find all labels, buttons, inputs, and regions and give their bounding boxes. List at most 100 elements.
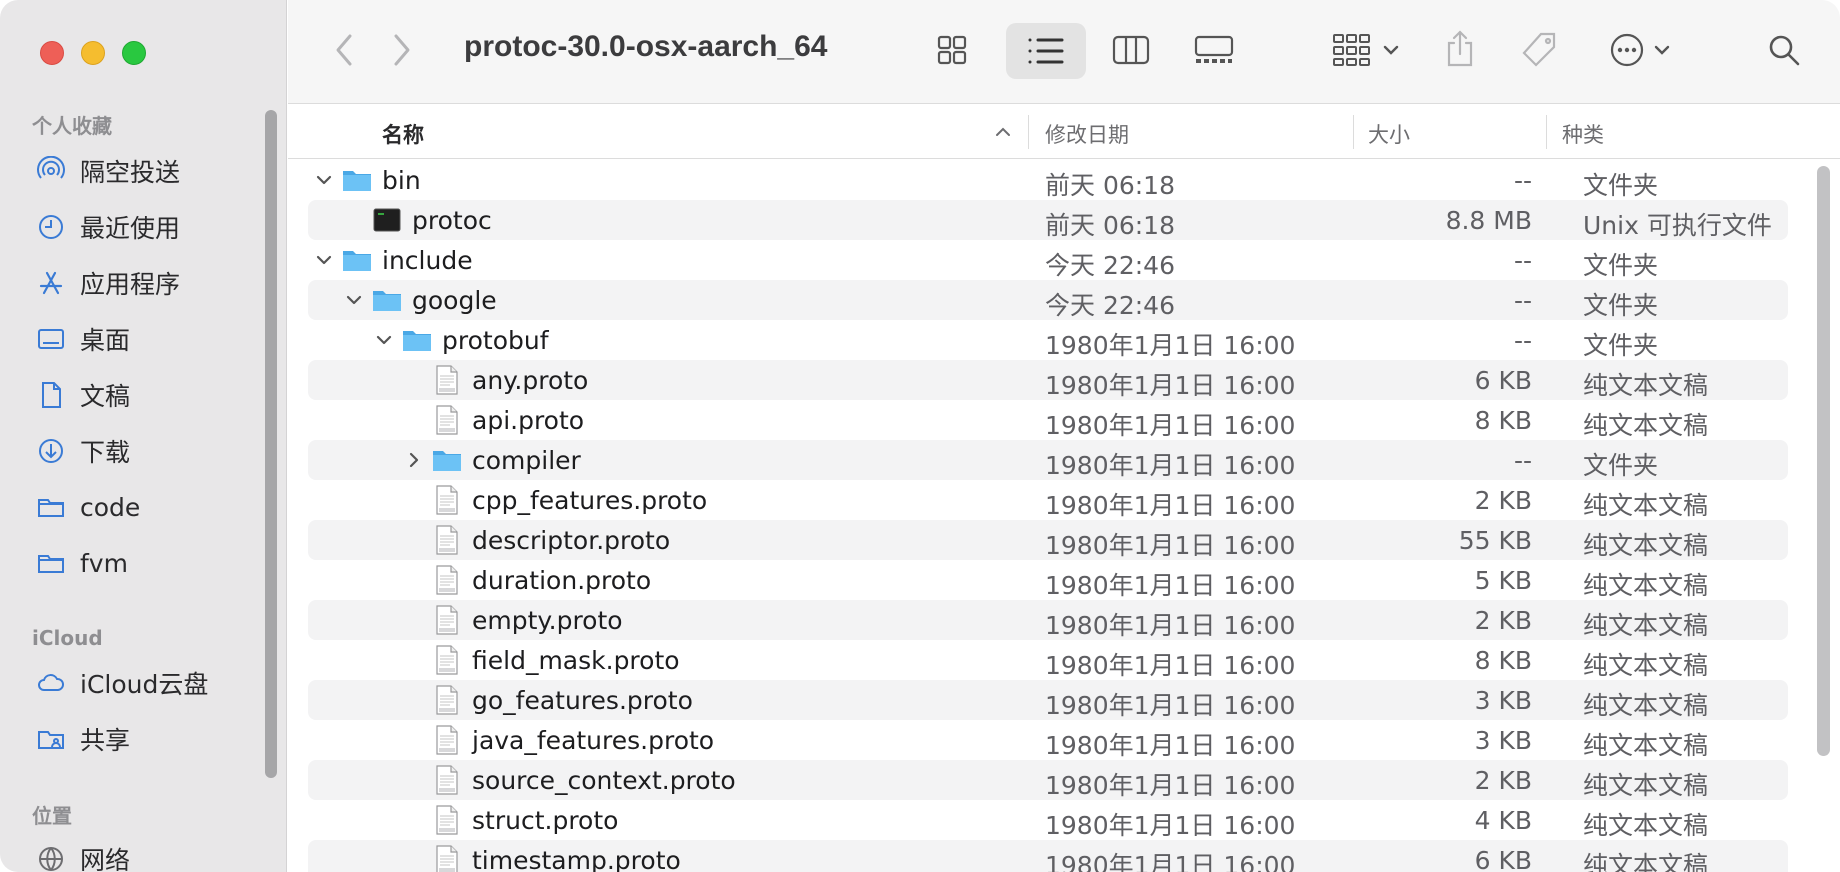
column-modified-header[interactable]: 修改日期 xyxy=(1045,119,1129,149)
file-row[interactable]: bin 前天 06:18 -- 文件夹 xyxy=(308,160,1788,200)
file-kind: 纯文本文稿 xyxy=(1583,731,1709,760)
file-row[interactable]: field_mask.proto 1980年1月1日 16:00 8 KB 纯文本文稿 xyxy=(308,640,1788,680)
window-controls xyxy=(40,41,146,65)
sidebar-item-label: 共享 xyxy=(80,726,131,755)
file-row[interactable]: protoc 前天 06:18 8.8 MB Unix 可执行文件 xyxy=(308,200,1788,240)
network-icon xyxy=(34,844,68,872)
file-size: 5 KB xyxy=(1474,566,1532,595)
share-button[interactable] xyxy=(1440,24,1480,74)
file-row[interactable]: protobuf 1980年1月1日 16:00 -- 文件夹 xyxy=(308,320,1788,360)
file-date: 1980年1月1日 16:00 xyxy=(1045,491,1296,520)
sidebar-item-downloads[interactable]: 下载 xyxy=(34,431,130,471)
file-row[interactable]: source_context.proto 1980年1月1日 16:00 2 KB 纯… xyxy=(308,760,1788,800)
file-date: 1980年1月1日 16:00 xyxy=(1045,331,1296,360)
text-document-icon xyxy=(431,404,463,436)
list-icon xyxy=(1028,38,1064,64)
sidebar: 个人收藏 隔空投送 最近使用 应用程序 桌面 文稿 下载 code fvm iC… xyxy=(0,0,287,872)
text-document-icon xyxy=(431,804,463,836)
file-kind: Unix 可执行文件 xyxy=(1583,211,1772,240)
file-name: field_mask.proto xyxy=(472,646,680,675)
gallery-view-button[interactable] xyxy=(1186,26,1242,74)
file-name: api.proto xyxy=(472,406,585,435)
chevron-down-icon xyxy=(1383,45,1399,55)
sidebar-item-airdrop[interactable]: 隔空投送 xyxy=(34,151,180,191)
file-kind: 纯文本文稿 xyxy=(1583,651,1709,680)
zoom-window-button[interactable] xyxy=(122,41,146,65)
column-divider[interactable] xyxy=(1353,115,1354,149)
icon-view-button[interactable] xyxy=(930,26,974,74)
list-view-button[interactable] xyxy=(1006,23,1086,79)
disclosure-open-icon[interactable] xyxy=(313,248,335,270)
file-date: 1980年1月1日 16:00 xyxy=(1045,851,1296,872)
sidebar-item-icloud-drive[interactable]: iCloud云盘 xyxy=(34,663,208,703)
text-document-icon xyxy=(431,484,463,516)
folder-icon xyxy=(371,284,403,316)
group-by-button[interactable] xyxy=(1328,26,1404,74)
sidebar-item-code[interactable]: code xyxy=(34,487,140,527)
back-button[interactable] xyxy=(326,30,362,70)
sidebar-item-documents[interactable]: 文稿 xyxy=(34,375,130,415)
file-row[interactable]: google 今天 22:46 -- 文件夹 xyxy=(308,280,1788,320)
file-row[interactable]: descriptor.proto 1980年1月1日 16:00 55 KB 纯文本文… xyxy=(308,520,1788,560)
disclosure-open-icon[interactable] xyxy=(343,288,365,310)
file-name: source_context.proto xyxy=(472,766,736,795)
finder-window: 个人收藏 隔空投送 最近使用 应用程序 桌面 文稿 下载 code fvm iC… xyxy=(0,0,1840,872)
column-size-header[interactable]: 大小 xyxy=(1368,119,1410,149)
file-date: 1980年1月1日 16:00 xyxy=(1045,651,1296,680)
file-row[interactable]: cpp_features.proto 1980年1月1日 16:00 2 KB 纯文本… xyxy=(308,480,1788,520)
file-size: 6 KB xyxy=(1474,846,1532,872)
column-name-header[interactable]: 名称 xyxy=(382,119,424,149)
file-kind: 文件夹 xyxy=(1583,291,1659,320)
forward-button[interactable] xyxy=(384,30,420,70)
disclosure-open-icon[interactable] xyxy=(313,168,335,190)
file-list-scrollbar[interactable] xyxy=(1817,166,1830,756)
column-divider[interactable] xyxy=(1028,115,1029,149)
file-date: 1980年1月1日 16:00 xyxy=(1045,691,1296,720)
column-view-button[interactable] xyxy=(1106,26,1156,74)
file-kind: 纯文本文稿 xyxy=(1583,371,1709,400)
columns-icon xyxy=(1112,35,1150,65)
file-date: 1980年1月1日 16:00 xyxy=(1045,571,1296,600)
sidebar-item-applications[interactable]: 应用程序 xyxy=(34,263,180,303)
minimize-window-button[interactable] xyxy=(81,41,105,65)
file-size: -- xyxy=(1513,446,1532,475)
ellipsis-circle-icon xyxy=(1610,33,1644,67)
close-window-button[interactable] xyxy=(40,41,64,65)
file-row[interactable]: java_features.proto 1980年1月1日 16:00 3 KB 纯文… xyxy=(308,720,1788,760)
file-row[interactable]: any.proto 1980年1月1日 16:00 6 KB 纯文本文稿 xyxy=(308,360,1788,400)
file-row[interactable]: api.proto 1980年1月1日 16:00 8 KB 纯文本文稿 xyxy=(308,400,1788,440)
file-row[interactable]: include 今天 22:46 -- 文件夹 xyxy=(308,240,1788,280)
sidebar-item-recents[interactable]: 最近使用 xyxy=(34,207,180,247)
file-row[interactable]: go_features.proto 1980年1月1日 16:00 3 KB 纯文本文… xyxy=(308,680,1788,720)
text-document-icon xyxy=(431,844,463,872)
file-name: timestamp.proto xyxy=(472,846,681,872)
sidebar-scrollbar[interactable] xyxy=(265,110,277,778)
file-kind: 纯文本文稿 xyxy=(1583,771,1709,800)
file-name: google xyxy=(412,286,497,315)
tag-button[interactable] xyxy=(1516,26,1562,74)
file-name: descriptor.proto xyxy=(472,526,671,555)
column-kind-header[interactable]: 种类 xyxy=(1562,119,1604,149)
clock-icon xyxy=(34,212,68,242)
sidebar-item-network[interactable]: 网络 xyxy=(34,839,130,872)
file-row[interactable]: struct.proto 1980年1月1日 16:00 4 KB 纯文本文稿 xyxy=(308,800,1788,840)
search-button[interactable] xyxy=(1762,28,1806,72)
column-divider[interactable] xyxy=(1546,115,1547,149)
file-row[interactable]: timestamp.proto 1980年1月1日 16:00 6 KB 纯文本文稿 xyxy=(308,840,1788,872)
file-row[interactable]: duration.proto 1980年1月1日 16:00 5 KB 纯文本文稿 xyxy=(308,560,1788,600)
file-row[interactable]: empty.proto 1980年1月1日 16:00 2 KB 纯文本文稿 xyxy=(308,600,1788,640)
sidebar-item-desktop[interactable]: 桌面 xyxy=(34,319,130,359)
more-actions-button[interactable] xyxy=(1602,26,1678,74)
file-date: 前天 06:18 xyxy=(1045,211,1175,240)
file-size: -- xyxy=(1513,326,1532,355)
folder-icon xyxy=(431,444,463,476)
disclosure-open-icon[interactable] xyxy=(373,328,395,350)
sidebar-item-fvm[interactable]: fvm xyxy=(34,543,128,583)
airdrop-icon xyxy=(34,156,68,186)
folder-icon xyxy=(401,324,433,356)
disclosure-closed-icon[interactable] xyxy=(403,448,425,470)
folder-icon xyxy=(341,164,373,196)
file-row[interactable]: compiler 1980年1月1日 16:00 -- 文件夹 xyxy=(308,440,1788,480)
sidebar-item-shared[interactable]: 共享 xyxy=(34,719,130,759)
file-kind: 纯文本文稿 xyxy=(1583,811,1709,840)
